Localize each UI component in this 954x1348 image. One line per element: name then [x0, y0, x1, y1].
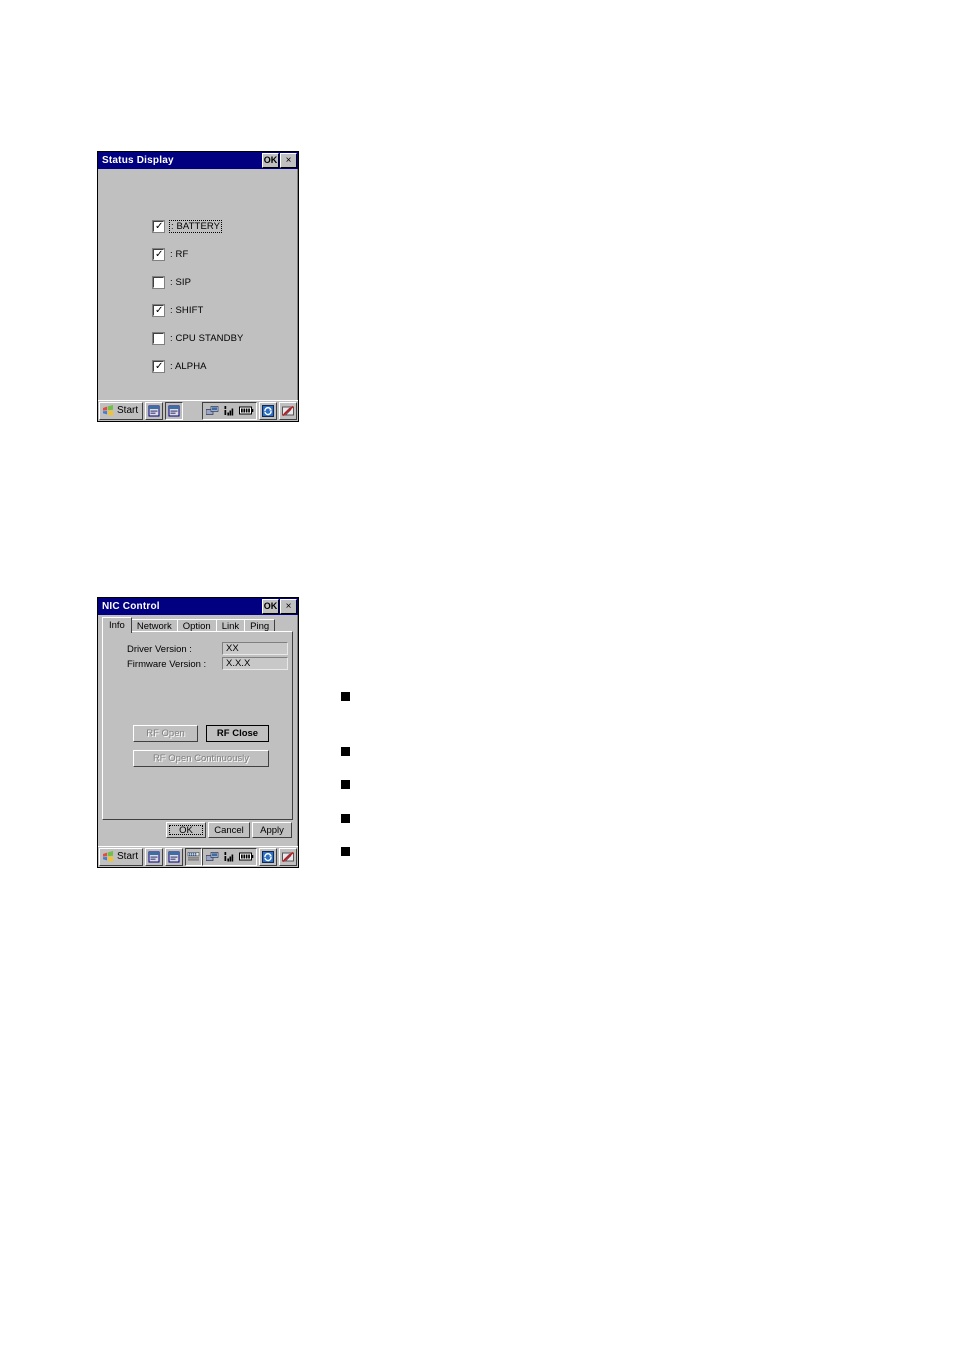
- check-mark-icon: ✓: [155, 248, 164, 260]
- sync-icon: [262, 404, 274, 417]
- checkbox-row-sip[interactable]: : SIP: [152, 275, 192, 289]
- nic-control-ok-button[interactable]: OK: [262, 599, 279, 614]
- dialog-apply-button[interactable]: Apply: [252, 822, 292, 838]
- status-display-client-area: ✓ : BATTERY ✓ : RF : SIP ✓ : SHIFT : CPU…: [98, 169, 298, 400]
- bullet-marker-3: [341, 780, 350, 789]
- checkbox-row-alpha[interactable]: ✓ : ALPHA: [152, 359, 207, 373]
- nic-control-titlebar: NIC Control OK ×: [98, 598, 298, 615]
- taskbar-window-button-2[interactable]: [165, 401, 184, 420]
- rf-close-button[interactable]: RF Close: [206, 725, 269, 742]
- bullet-marker-1: [341, 692, 350, 701]
- check-mark-icon: ✓: [155, 220, 164, 232]
- status-display-title: Status Display: [102, 155, 174, 166]
- start-button-label: Start: [117, 405, 139, 416]
- signal-strength-icon[interactable]: [222, 403, 237, 418]
- dialog-ok-button[interactable]: OK: [166, 822, 206, 838]
- system-tray: [202, 401, 257, 420]
- start-button[interactable]: Start: [99, 401, 144, 420]
- window-icon: [148, 851, 160, 863]
- start-button-label: Start: [117, 851, 139, 862]
- nic-control-taskbar: Start: [98, 846, 298, 866]
- bullet-marker-2: [341, 747, 350, 756]
- nic-control-close-button[interactable]: ×: [280, 599, 297, 614]
- bullet-marker-5: [341, 847, 350, 856]
- rf-open-continuously-button[interactable]: RF Open Continuously: [133, 750, 269, 767]
- pen-disabled-icon-button[interactable]: [279, 847, 298, 866]
- check-mark-icon: ✓: [155, 360, 164, 372]
- windows-flag-icon: [102, 850, 115, 863]
- sip-keyboard-button[interactable]: [184, 847, 203, 866]
- checkbox-sip[interactable]: [152, 275, 165, 289]
- bullet-marker-4: [341, 814, 350, 823]
- sync-icon: [262, 850, 275, 863]
- taskbar-window-button-1[interactable]: [145, 847, 163, 866]
- signal-strength-icon[interactable]: [222, 849, 237, 864]
- status-display-close-button[interactable]: ×: [280, 153, 297, 168]
- nic-control-client-area: Info Network Option Link Ping Driver Ver…: [98, 615, 298, 846]
- driver-version-value: XX: [222, 642, 288, 655]
- nic-control-tabpage-info: Driver Version : XX Firmware Version : X…: [102, 631, 293, 820]
- window-icon: [168, 851, 180, 863]
- driver-version-label: Driver Version :: [127, 644, 192, 655]
- pen-disabled-icon: [282, 405, 294, 417]
- checkbox-battery[interactable]: ✓: [152, 219, 165, 233]
- network-connection-icon[interactable]: [205, 849, 220, 864]
- windows-flag-icon: [102, 404, 115, 417]
- status-display-window: Status Display OK × ✓ : BATTERY ✓ : RF :…: [97, 151, 299, 422]
- dialog-cancel-button[interactable]: Cancel: [208, 822, 250, 838]
- window-icon: [168, 405, 180, 417]
- firmware-version-value: X.X.X: [222, 657, 288, 670]
- rf-open-button[interactable]: RF Open: [133, 725, 198, 742]
- keyboard-sip-icon: [187, 851, 200, 863]
- status-display-taskbar: Start: [98, 400, 298, 420]
- nic-control-window: NIC Control OK × Info Network Option Lin…: [97, 597, 299, 868]
- network-connection-icon[interactable]: [205, 403, 220, 418]
- sync-icon-button[interactable]: [259, 847, 278, 866]
- battery-icon[interactable]: [239, 403, 254, 418]
- checkbox-label-battery: : BATTERY: [168, 219, 223, 233]
- checkbox-label-sip: : SIP: [170, 276, 192, 288]
- start-button[interactable]: Start: [99, 847, 144, 866]
- checkbox-rf[interactable]: ✓: [152, 247, 165, 261]
- check-mark-icon: ✓: [155, 304, 164, 316]
- checkbox-cpu-standby[interactable]: [152, 331, 165, 345]
- pen-disabled-icon: [282, 851, 295, 863]
- nic-control-title: NIC Control: [102, 601, 160, 612]
- window-icon: [148, 405, 160, 417]
- checkbox-label-alpha: : ALPHA: [170, 360, 207, 372]
- firmware-version-label: Firmware Version :: [127, 659, 207, 670]
- tab-info[interactable]: Info: [102, 617, 132, 633]
- system-tray: [202, 847, 258, 866]
- checkbox-row-shift[interactable]: ✓ : SHIFT: [152, 303, 204, 317]
- checkbox-shift[interactable]: ✓: [152, 303, 165, 317]
- taskbar-window-button-1[interactable]: [145, 401, 164, 420]
- pen-disabled-icon-button[interactable]: [279, 401, 297, 420]
- battery-icon[interactable]: [239, 849, 254, 864]
- checkbox-row-rf[interactable]: ✓ : RF: [152, 247, 189, 261]
- checkbox-alpha[interactable]: ✓: [152, 359, 165, 373]
- sync-icon-button[interactable]: [259, 401, 277, 420]
- checkbox-row-battery[interactable]: ✓ : BATTERY: [152, 219, 223, 233]
- taskbar-window-button-2[interactable]: [164, 847, 183, 866]
- status-display-titlebar: Status Display OK ×: [98, 152, 298, 169]
- checkbox-row-cpu-standby[interactable]: : CPU STANDBY: [152, 331, 244, 345]
- checkbox-label-shift: : SHIFT: [170, 304, 204, 316]
- checkbox-label-cpu-standby: : CPU STANDBY: [170, 332, 244, 344]
- checkbox-label-rf: : RF: [170, 248, 189, 260]
- status-display-ok-button[interactable]: OK: [262, 153, 279, 168]
